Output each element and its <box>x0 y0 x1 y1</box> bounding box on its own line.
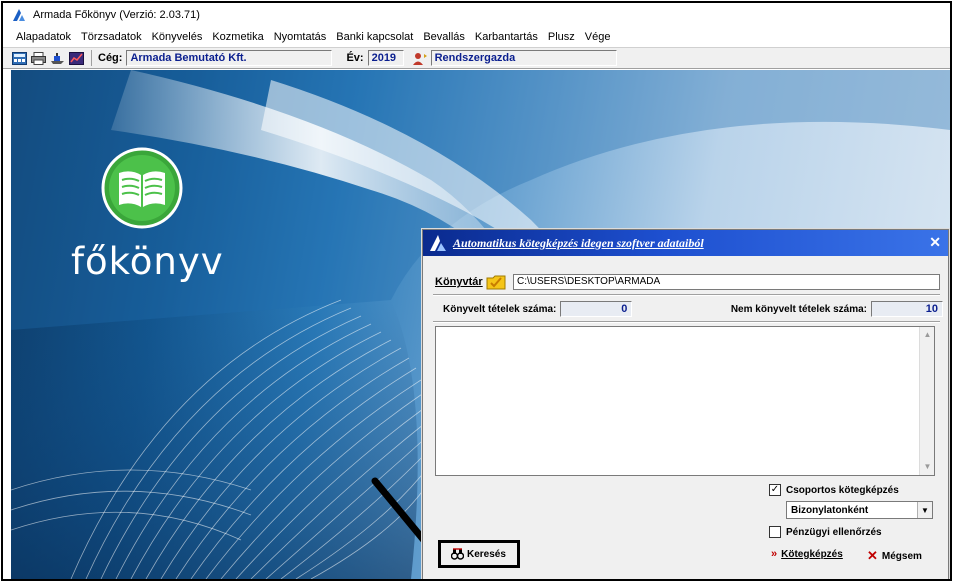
ceg-field: Armada Bemutató Kft. <box>126 50 333 66</box>
chevron-down-icon[interactable]: ▼ <box>917 502 932 518</box>
bizonylat-selected-value: Bizonylatonként <box>791 504 869 516</box>
kotegkepzes-label: Kötegképzés <box>781 548 843 560</box>
menu-plusz[interactable]: Plusz <box>543 31 580 43</box>
armada-sail-icon <box>430 235 446 251</box>
menu-vege[interactable]: Vége <box>580 31 616 43</box>
browse-folder-icon[interactable] <box>485 273 507 291</box>
bizonylat-select[interactable]: Bizonylatonként ▼ <box>786 501 933 519</box>
menu-bevallas[interactable]: Bevallás <box>418 31 470 43</box>
menu-konyveles[interactable]: Könyvelés <box>147 31 208 43</box>
vertical-scrollbar[interactable]: ▲ ▼ <box>919 327 934 475</box>
counts-row: Könyvelt tételek száma: 0 Nem könyvelt t… <box>443 300 943 318</box>
menu-kozmetika[interactable]: Kozmetika <box>207 31 268 43</box>
fokonyv-book-logo-icon <box>101 147 183 229</box>
separator-mid <box>433 321 940 323</box>
title-bar: Armada Főkönyv (Verzió: 2.03.71) <box>3 3 950 27</box>
scroll-down-icon[interactable]: ▼ <box>922 462 933 472</box>
armada-logo-icon <box>13 9 25 21</box>
menu-alapadatok[interactable]: Alapadatok <box>11 31 76 43</box>
close-icon[interactable]: ✕ <box>929 234 941 250</box>
binoculars-icon <box>451 548 464 560</box>
megsem-label: Mégsem <box>881 550 922 562</box>
double-chevron-right-icon: » <box>771 548 778 560</box>
auto-batch-dialog: Automatikus kötegképzés idegen szoftver … <box>422 229 949 579</box>
calculator-icon[interactable] <box>11 51 28 66</box>
menu-karbantartas[interactable]: Karbantartás <box>470 31 543 43</box>
konyvelt-label: Könyvelt tételek száma: <box>443 303 557 315</box>
menu-banki-kapcsolat[interactable]: Banki kapcsolat <box>331 31 418 43</box>
nem-konyvelt-count: 10 <box>871 301 943 317</box>
dialog-title: Automatikus kötegképzés idegen szoftver … <box>453 235 704 250</box>
ev-field: 2019 <box>367 50 404 66</box>
kotegkepzes-button[interactable]: » Kötegképzés <box>771 548 843 560</box>
konyvtar-label: Könyvtár <box>435 276 483 288</box>
ev-label: Év: <box>346 52 364 64</box>
csoportos-checkbox-row[interactable]: ✓ Csoportos kötegképzés <box>769 484 899 496</box>
chart-icon[interactable] <box>68 51 85 66</box>
cancel-x-icon: ✕ <box>867 548 878 563</box>
app-window: Armada Főkönyv (Verzió: 2.03.71) Alapada… <box>1 1 952 581</box>
user-field: Rendszergazda <box>430 50 617 66</box>
scroll-up-icon[interactable]: ▲ <box>922 330 933 340</box>
window-title: Armada Főkönyv (Verzió: 2.03.71) <box>33 9 200 21</box>
megsem-button[interactable]: ✕ Mégsem <box>867 548 922 564</box>
nem-konyvelt-label: Nem könyvelt tételek száma: <box>730 303 867 315</box>
ship-icon[interactable] <box>49 51 66 66</box>
kereses-button[interactable]: Keresés <box>438 540 520 568</box>
konyvelt-count: 0 <box>560 301 633 317</box>
konyvtar-path-input[interactable]: C:\USERS\DESKTOP\ARMADA <box>513 274 940 290</box>
menu-torzsadatok[interactable]: Törzsadatok <box>76 31 147 43</box>
ceg-label: Cég: <box>98 52 123 64</box>
penzugyi-label: Pénzügyi ellenőrzés <box>786 526 882 538</box>
menu-nyomtatas[interactable]: Nyomtatás <box>269 31 332 43</box>
separator-top <box>433 294 940 296</box>
csoportos-checkbox[interactable]: ✓ <box>769 484 781 496</box>
csoportos-label: Csoportos kötegképzés <box>786 484 899 496</box>
dialog-title-bar[interactable]: Automatikus kötegképzés idegen szoftver … <box>423 230 948 256</box>
kereses-label: Keresés <box>467 548 506 560</box>
result-log-area[interactable]: ▲ ▼ <box>435 326 935 476</box>
printer-icon[interactable] <box>30 51 47 66</box>
user-icon <box>412 51 429 66</box>
penzugyi-checkbox-row[interactable]: Pénzügyi ellenőrzés <box>769 526 882 538</box>
toolbar: Cég: Armada Bemutató Kft. Év: 2019 Rends… <box>3 47 950 69</box>
menu-bar: Alapadatok Törzsadatok Könyvelés Kozmeti… <box>3 27 950 47</box>
brand-text: főkönyv <box>71 240 224 283</box>
konyvtar-row: Könyvtár C:\USERS\DESKTOP\ARMADA <box>435 272 940 292</box>
penzugyi-checkbox[interactable] <box>769 526 781 538</box>
toolbar-separator <box>91 50 92 66</box>
